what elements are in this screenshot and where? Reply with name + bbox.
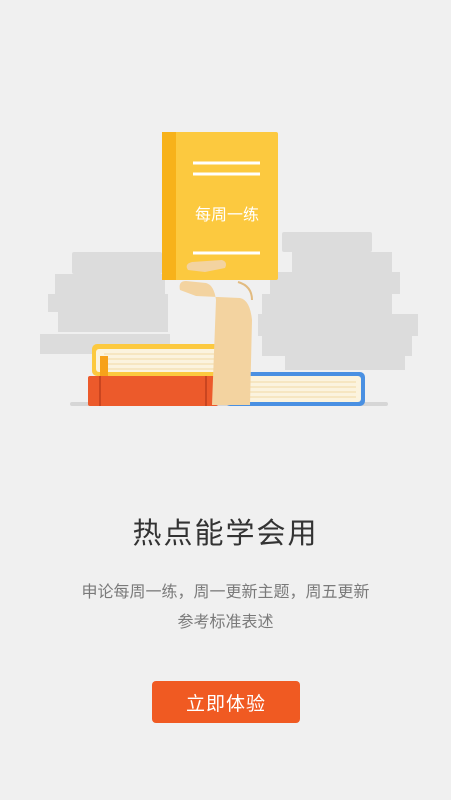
book-illustration: 每周一练: [40, 132, 418, 406]
description-line-2: 参考标准表述: [177, 612, 274, 631]
description-line-1: 申论每周一练，周一更新主题，周五更新: [81, 582, 370, 601]
headline: 热点能学会用: [132, 516, 319, 550]
book-cover-text: 每周一练: [195, 205, 259, 224]
description: 申论每周一练，周一更新主题，周五更新 参考标准表述: [0, 577, 451, 637]
yellow-flat-book: [92, 344, 222, 376]
held-book: 每周一练: [162, 132, 278, 280]
background-books-right: [258, 232, 418, 370]
red-book: [88, 376, 218, 406]
background-books-left: [40, 252, 170, 354]
try-now-button[interactable]: 立即体验: [152, 681, 300, 723]
